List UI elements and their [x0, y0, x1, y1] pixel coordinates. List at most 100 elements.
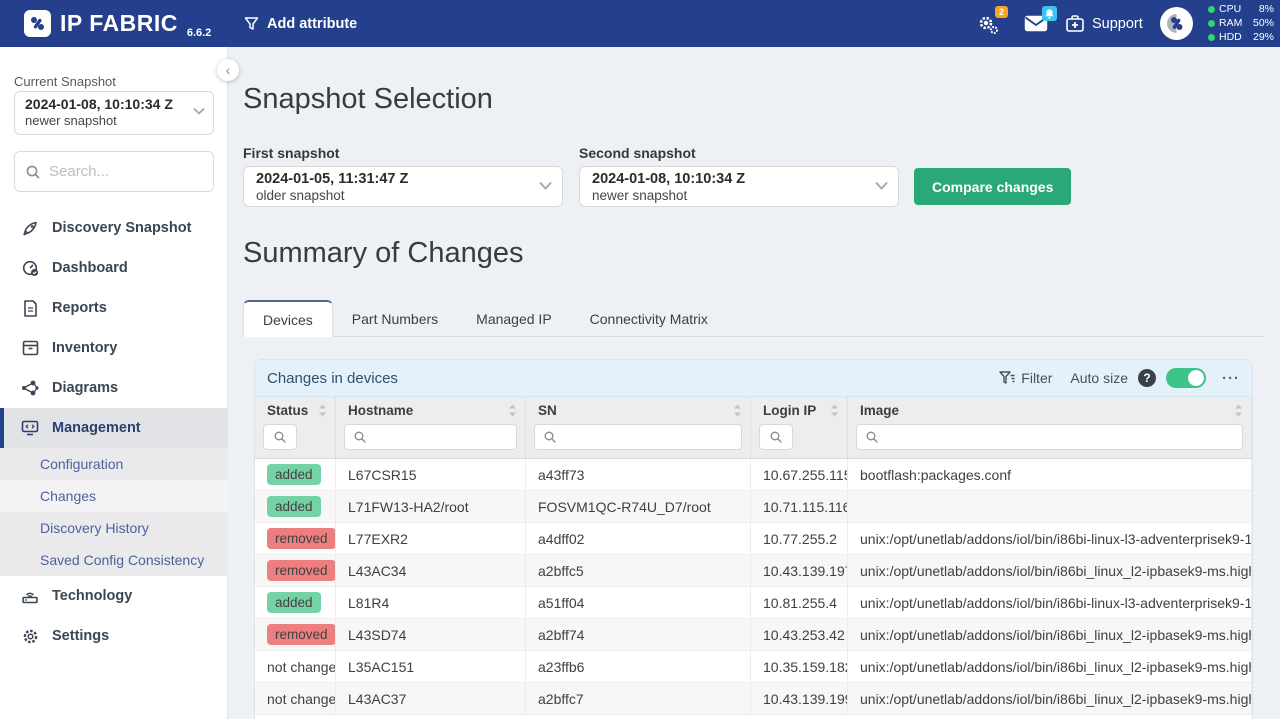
support-kit-icon: [1066, 15, 1084, 32]
tab-connectivity-matrix[interactable]: Connectivity Matrix: [571, 300, 727, 337]
column-search-login-ip: [751, 420, 848, 459]
sidebar-search[interactable]: [14, 151, 214, 192]
settings-icon: [21, 628, 39, 645]
app-logo[interactable]: IP FABRIC 6.6.2: [24, 0, 211, 47]
table-row[interactable]: addedL71FW13-HA2/rootFOSVM1QC-R74U_D7/ro…: [255, 491, 1252, 523]
support-button[interactable]: Support: [1066, 0, 1143, 47]
sidebar-item-inventory[interactable]: Inventory: [0, 328, 228, 368]
filter-button[interactable]: Filter: [999, 370, 1052, 386]
column-search-button[interactable]: [759, 424, 793, 450]
management-icon: [21, 420, 39, 436]
column-search-button[interactable]: [263, 424, 297, 450]
page-title: Snapshot Selection: [243, 83, 493, 116]
avatar-logo-icon: [1166, 13, 1187, 34]
more-options-button[interactable]: ···: [1222, 370, 1240, 387]
status-badge: added: [267, 464, 321, 485]
cell-hostname: L77EXR2: [336, 523, 526, 555]
table-row[interactable]: addedL67CSR15a43ff7310.67.255.115bootfla…: [255, 459, 1252, 491]
current-snapshot-select[interactable]: 2024-01-08, 10:10:34 Z newer snapshot: [14, 91, 214, 135]
cell-status: not changed: [255, 683, 336, 715]
sidebar-subitem-changes[interactable]: Changes: [0, 480, 228, 512]
sidebar-item-technology[interactable]: Technology: [0, 576, 228, 616]
stat-hdd: HDD29%: [1208, 31, 1274, 44]
table-row[interactable]: not changedL35AC151a23ffb610.35.159.182u…: [255, 651, 1252, 683]
sort-icon[interactable]: [830, 404, 839, 417]
column-header-image[interactable]: Image: [848, 397, 1252, 420]
tab-devices[interactable]: Devices: [243, 300, 333, 337]
second-snapshot-select[interactable]: 2024-01-08, 10:10:34 Z newer snapshot: [579, 166, 899, 207]
tab-part-numbers[interactable]: Part Numbers: [333, 300, 457, 337]
sidebar-item-discovery-snapshot[interactable]: Discovery Snapshot: [0, 208, 228, 248]
management-group: ManagementConfigurationChangesDiscovery …: [0, 408, 228, 576]
rocket-icon: [21, 220, 39, 237]
first-snapshot-select[interactable]: 2024-01-05, 11:31:47 Z older snapshot: [243, 166, 563, 207]
cell-login-ip: 10.77.255.2: [751, 523, 848, 555]
filter-funnel-icon: [999, 371, 1015, 385]
main-content: Snapshot Selection First snapshot 2024-0…: [228, 47, 1280, 719]
cell-image: unix:/opt/unetlab/addons/iol/bin/i86bi-l…: [848, 523, 1252, 555]
status-dot-icon: [1208, 20, 1215, 27]
table-row[interactable]: removedL43SD74a2bff7410.43.253.42unix:/o…: [255, 619, 1252, 651]
search-icon: [353, 430, 367, 444]
reports-icon: [21, 300, 39, 317]
sort-icon[interactable]: [318, 404, 327, 417]
user-avatar[interactable]: [1160, 0, 1193, 47]
sidebar-subitem-configuration[interactable]: Configuration: [0, 448, 228, 480]
cell-image: unix:/opt/unetlab/addons/iol/bin/i86bi-l…: [848, 587, 1252, 619]
cell-status: added: [255, 587, 336, 619]
status-badge: removed: [267, 528, 336, 549]
changes-table-card: Changes in devices Filter Auto size ? ··…: [254, 359, 1253, 719]
search-icon: [865, 430, 879, 444]
cell-hostname: L43SD74: [336, 619, 526, 651]
table-search-row: [255, 420, 1252, 459]
sidebar-menu: Discovery SnapshotDashboardReportsInvent…: [0, 208, 228, 656]
help-icon[interactable]: ?: [1138, 369, 1156, 387]
cell-hostname: L43AC37: [336, 683, 526, 715]
table-row[interactable]: removedL77EXR2a4dff0210.77.255.2unix:/op…: [255, 523, 1252, 555]
table-row[interactable]: addedL81R4a51ff0410.81.255.4unix:/opt/un…: [255, 587, 1252, 619]
column-header-status[interactable]: Status: [255, 397, 336, 420]
messages-button[interactable]: [1024, 0, 1048, 47]
sidebar-item-diagrams[interactable]: Diagrams: [0, 368, 228, 408]
column-header-hostname[interactable]: Hostname: [336, 397, 526, 420]
autosize-label: Auto size: [1070, 370, 1128, 386]
sidebar-collapse-button[interactable]: ‹: [217, 59, 239, 81]
chevron-down-icon: [875, 181, 888, 190]
cell-sn: a23ffb6: [526, 651, 751, 683]
column-header-sn[interactable]: SN: [526, 397, 751, 420]
sort-icon[interactable]: [508, 404, 517, 417]
sidebar-item-settings[interactable]: Settings: [0, 616, 228, 656]
sidebar-subitem-saved-config-consistency[interactable]: Saved Config Consistency: [0, 544, 228, 576]
status-badge: removed: [267, 560, 336, 581]
table-row[interactable]: not changedL43AC37a2bffc710.43.139.199un…: [255, 683, 1252, 715]
cell-status: removed: [255, 555, 336, 587]
cell-login-ip: 10.43.253.42: [751, 619, 848, 651]
settings-notifications-button[interactable]: 2: [976, 0, 1000, 47]
funnel-icon: [244, 16, 259, 31]
compare-changes-button[interactable]: Compare changes: [914, 168, 1071, 205]
column-search-input[interactable]: [373, 430, 508, 445]
cell-hostname: L35AC151: [336, 651, 526, 683]
sidebar-subitem-discovery-history[interactable]: Discovery History: [0, 512, 228, 544]
sidebar-item-dashboard[interactable]: Dashboard: [0, 248, 228, 288]
autosize-toggle[interactable]: [1166, 368, 1206, 388]
table-row[interactable]: removedL43AC34a2bffc510.43.139.197unix:/…: [255, 555, 1252, 587]
cell-sn: a2bffc7: [526, 683, 751, 715]
search-input[interactable]: [49, 163, 199, 180]
sidebar-item-reports[interactable]: Reports: [0, 288, 228, 328]
column-search-input[interactable]: [885, 430, 1234, 445]
sort-icon[interactable]: [733, 404, 742, 417]
column-search-input[interactable]: [563, 430, 733, 445]
cell-login-ip: 10.67.255.115: [751, 459, 848, 491]
tab-managed-ip[interactable]: Managed IP: [457, 300, 571, 337]
cell-sn: a43ff73: [526, 459, 751, 491]
column-search-hostname: [336, 420, 526, 459]
sort-icon[interactable]: [1234, 404, 1243, 417]
column-header-login-ip[interactable]: Login IP: [751, 397, 848, 420]
sidebar-item-management[interactable]: Management: [0, 408, 228, 448]
add-attribute-button[interactable]: Add attribute: [244, 0, 357, 47]
current-snapshot-label: Current Snapshot: [14, 74, 116, 89]
chevron-down-icon: [193, 107, 205, 115]
status-badge: added: [267, 496, 321, 517]
cell-image: [848, 491, 1252, 523]
